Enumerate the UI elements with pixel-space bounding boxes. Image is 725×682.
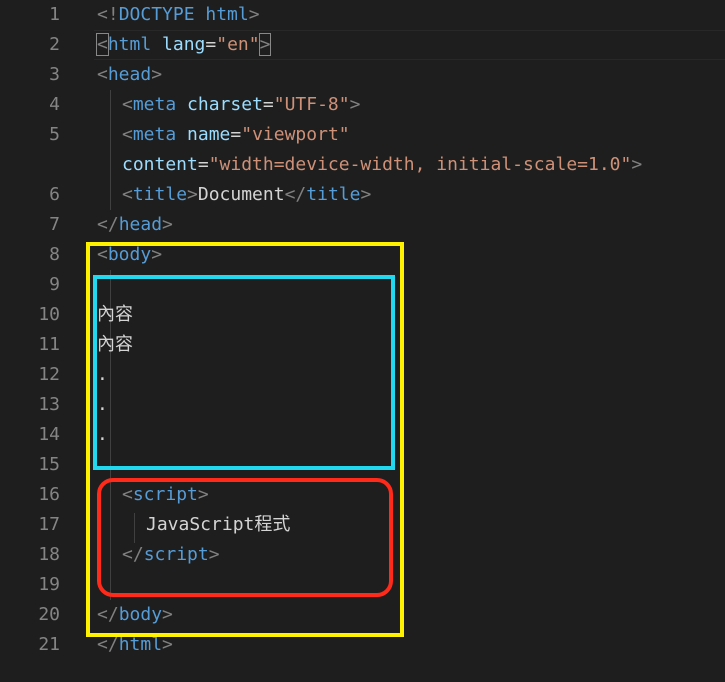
line-number: 21 bbox=[38, 634, 60, 655]
content-highlight-box bbox=[93, 275, 395, 470]
punctuation: > bbox=[162, 214, 173, 235]
bracket-match-close: > bbox=[258, 33, 272, 56]
line-number: 7 bbox=[49, 214, 60, 235]
line-number: 18 bbox=[38, 544, 60, 565]
tag-name: head bbox=[118, 214, 163, 235]
line-number: 19 bbox=[38, 574, 60, 595]
line-number: 12 bbox=[38, 364, 60, 385]
line-number: 20 bbox=[38, 604, 60, 625]
punctuation: < bbox=[122, 184, 133, 205]
punctuation: = bbox=[197, 154, 209, 175]
attribute-name: name bbox=[187, 124, 231, 145]
punctuation: = bbox=[205, 34, 217, 55]
punctuation: > bbox=[187, 184, 198, 205]
indent-guide-head bbox=[110, 90, 111, 210]
punctuation: > bbox=[349, 94, 361, 115]
punctuation: </ bbox=[97, 634, 119, 655]
tag-name: html bbox=[118, 634, 163, 655]
line-number: 11 bbox=[38, 334, 60, 355]
line-number: 16 bbox=[38, 484, 60, 505]
punctuation: </ bbox=[97, 214, 119, 235]
punctuation: > bbox=[360, 184, 372, 205]
punctuation: = bbox=[230, 124, 242, 145]
line-number: 6 bbox=[49, 184, 60, 205]
attribute-name: charset bbox=[187, 94, 263, 115]
punctuation: = bbox=[262, 94, 274, 115]
line-number: 4 bbox=[49, 94, 60, 115]
code-line-meta-viewport-wrap[interactable]: content="width=device-width, initial-sca… bbox=[122, 150, 642, 180]
tag-name: html bbox=[107, 34, 152, 55]
code-line-head-open[interactable]: <head> bbox=[97, 60, 162, 90]
tag-name: title bbox=[132, 184, 188, 205]
tag-name: head bbox=[107, 64, 152, 85]
attribute-name: lang bbox=[162, 34, 206, 55]
title-text: Document bbox=[197, 184, 285, 205]
line-number: 9 bbox=[49, 274, 60, 295]
attribute-value: "width=device-width, initial-scale=1.0" bbox=[208, 154, 632, 175]
line-number: 5 bbox=[49, 124, 60, 145]
tag-name: meta bbox=[132, 94, 177, 115]
line-number: 14 bbox=[38, 424, 60, 445]
line-number: 1 bbox=[49, 4, 60, 25]
line-number: 10 bbox=[38, 304, 60, 325]
line-number: 17 bbox=[38, 514, 60, 535]
code-line-doctype[interactable]: <!DOCTYPE html> bbox=[97, 0, 260, 30]
punctuation: > bbox=[151, 64, 163, 85]
bracket-match-open: < bbox=[96, 33, 109, 56]
code-line-head-close[interactable]: </head> bbox=[97, 210, 173, 240]
line-number: 15 bbox=[38, 454, 60, 475]
script-highlight-box bbox=[97, 478, 393, 597]
punctuation: </ bbox=[284, 184, 307, 205]
line-number: 3 bbox=[49, 64, 60, 85]
punctuation: < bbox=[122, 94, 133, 115]
code-line-meta-charset[interactable]: <meta charset="UTF-8"> bbox=[122, 90, 360, 120]
punctuation: < bbox=[122, 124, 133, 145]
tag-name: meta bbox=[132, 124, 177, 145]
doctype-token: DOCTYPE html bbox=[118, 4, 249, 25]
punctuation: < bbox=[97, 64, 108, 85]
punctuation: > bbox=[248, 4, 260, 25]
attribute-name: content bbox=[122, 154, 198, 175]
tag-name: title bbox=[306, 184, 361, 205]
code-line-title[interactable]: <title>Document</title> bbox=[122, 180, 371, 210]
line-number: 2 bbox=[49, 34, 60, 55]
line-number: 13 bbox=[38, 394, 60, 415]
attribute-value: "UTF-8" bbox=[273, 94, 350, 115]
attribute-value: "en" bbox=[216, 34, 260, 55]
code-line-meta-viewport[interactable]: <meta name="viewport" bbox=[122, 120, 350, 150]
code-editor[interactable]: 1 2 3 4 5 6 7 8 9 10 11 12 13 14 15 16 1… bbox=[0, 0, 725, 682]
attribute-value: "viewport" bbox=[241, 124, 350, 145]
line-number: 8 bbox=[49, 244, 60, 265]
punctuation: > bbox=[162, 634, 173, 655]
punctuation: <! bbox=[97, 4, 119, 25]
code-line-html-open[interactable]: <html lang="en"> bbox=[96, 30, 272, 60]
punctuation: > bbox=[631, 154, 643, 175]
